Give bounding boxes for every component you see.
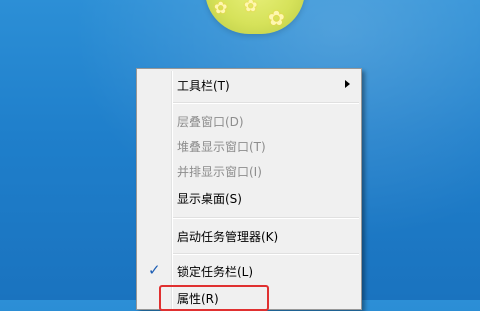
menu-item-label: 层叠窗口(D) [177, 115, 244, 129]
menu-item-label: 显示桌面(S) [177, 192, 242, 206]
flower-icon: ✿ [268, 6, 285, 30]
menu-item-task-manager[interactable]: 启动任务管理器(K) [139, 225, 359, 247]
menu-item-label: 锁定任务栏(L) [177, 265, 254, 279]
menu-item-label: 并排显示窗口(I) [177, 165, 262, 179]
menu-item-cascade-windows[interactable]: 层叠窗口(D) [139, 110, 359, 132]
check-icon: ✓ [148, 261, 161, 279]
menu-item-toolbars[interactable]: 工具栏(T) [139, 74, 359, 96]
menu-separator [173, 253, 359, 255]
arrow-right-icon [345, 80, 350, 88]
menu-item-label: 启动任务管理器(K) [177, 230, 279, 244]
menu-item-lock-taskbar[interactable]: ✓ 锁定任务栏(L) [139, 260, 359, 282]
menu-separator [173, 217, 359, 219]
menu-separator [173, 102, 359, 104]
menu-item-show-desktop[interactable]: 显示桌面(S) [139, 187, 359, 209]
menu-item-stack-windows[interactable]: 堆叠显示窗口(T) [139, 135, 359, 157]
menu-item-side-by-side-windows[interactable]: 并排显示窗口(I) [139, 160, 359, 182]
flower-icon: ✿ [214, 0, 228, 17]
menu-item-label: 堆叠显示窗口(T) [177, 140, 266, 154]
properties-highlight-outline [159, 285, 269, 311]
taskbar-context-menu: 工具栏(T) 层叠窗口(D) 堆叠显示窗口(T) 并排显示窗口(I) 显示桌面(… [136, 68, 362, 310]
flower-icon: ✿ [244, 0, 258, 15]
menu-item-label: 工具栏(T) [177, 79, 230, 93]
